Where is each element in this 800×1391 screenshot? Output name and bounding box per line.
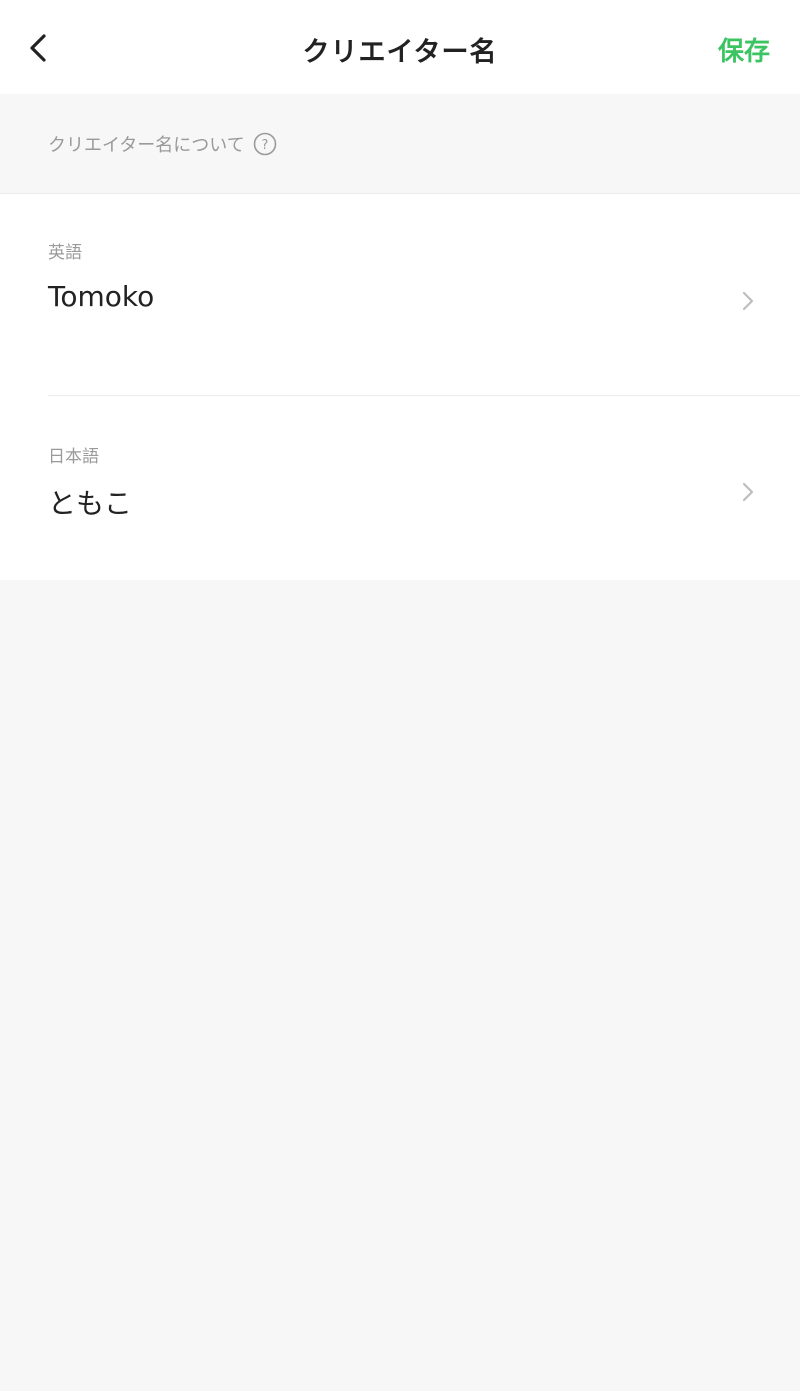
list-item-english-name[interactable]: 英語 Tomoko	[0, 194, 800, 395]
list-item-japanese-name[interactable]: 日本語 ともこ	[0, 396, 800, 580]
name-list: 英語 Tomoko 日本語 ともこ	[0, 194, 800, 580]
creator-name-info-label[interactable]: クリエイター名について	[48, 131, 245, 157]
creator-name-info: クリエイター名について ?	[0, 94, 800, 194]
svg-text:?: ?	[261, 138, 268, 153]
help-circle-icon[interactable]: ?	[253, 132, 277, 156]
japanese-name-label: 日本語	[48, 447, 99, 467]
english-name-label: 英語	[48, 243, 82, 263]
page-title: クリエイター名	[302, 37, 498, 68]
chevron-right-icon	[742, 482, 754, 502]
save-button[interactable]: 保存	[718, 31, 770, 68]
japanese-name-value: ともこ	[48, 487, 133, 520]
english-name-value: Tomoko	[48, 280, 155, 313]
chevron-right-icon	[742, 291, 754, 311]
header: クリエイター名 保存	[0, 0, 800, 94]
